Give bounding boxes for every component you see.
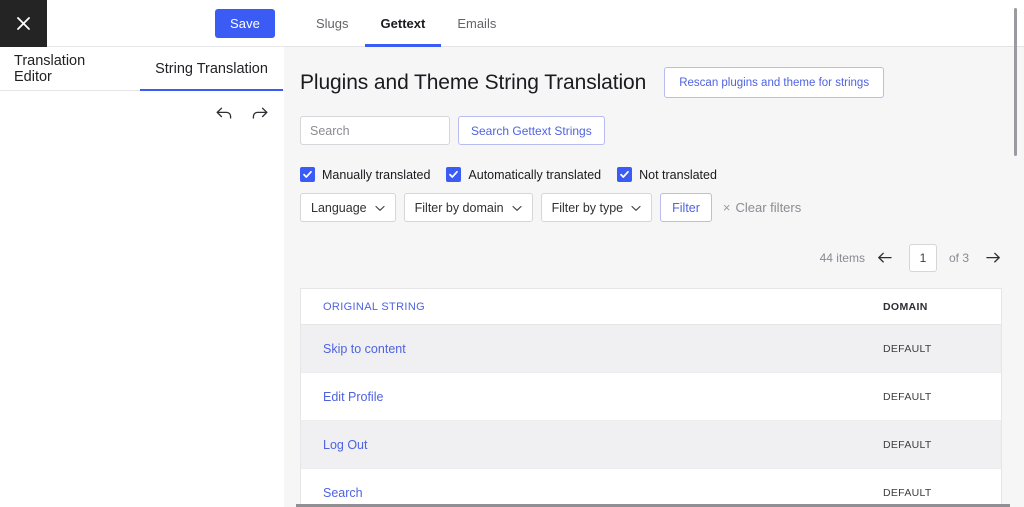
page-number-input[interactable] (908, 244, 937, 272)
cell-domain: DEFAULT (883, 438, 932, 451)
filter-by-domain-label: Filter by domain (414, 200, 504, 215)
page-title: Plugins and Theme String Translation (300, 70, 647, 94)
table-row[interactable]: Edit Profile DEFAULT (301, 373, 1001, 421)
column-header-domain: DOMAIN (883, 300, 928, 313)
language-select[interactable]: Language (300, 193, 396, 222)
search-row: Search Gettext Strings (300, 116, 1002, 145)
close-small-icon: × (722, 200, 731, 215)
left-tab-bar: Translation Editor String Translation (0, 47, 284, 92)
table-row[interactable]: Log Out DEFAULT (301, 421, 1001, 469)
checkmark-icon (300, 167, 315, 182)
column-header-original-string: ORIGINAL STRING (323, 300, 426, 313)
checkbox-not-translated[interactable]: Not translated (617, 167, 717, 182)
table-row[interactable]: Search DEFAULT (301, 469, 1001, 507)
checkmark-icon (446, 167, 462, 182)
rescan-strings-button[interactable]: Rescan plugins and theme for strings (664, 67, 885, 98)
tab-translation-editor[interactable]: Translation Editor (0, 47, 140, 91)
cell-original-string[interactable]: Search (323, 486, 883, 500)
search-gettext-strings-button[interactable]: Search Gettext Strings (458, 116, 605, 145)
close-icon[interactable] (0, 0, 47, 47)
checkbox-label: Automatically translated (468, 167, 602, 182)
items-count: 44 items (819, 251, 865, 265)
clear-filters-button[interactable]: × Clear filters (723, 200, 801, 215)
tab-string-translation[interactable]: String Translation (140, 47, 283, 92)
app-root: Save Translation Editor String Translati… (0, 0, 1024, 507)
translation-editor-canvas (0, 135, 284, 507)
left-history-toolbar (0, 91, 284, 135)
left-panel: Save Translation Editor String Translati… (0, 0, 284, 507)
filter-by-type-label: Filter by type (551, 200, 624, 215)
cell-domain: DEFAULT (883, 342, 932, 355)
tab-slugs[interactable]: Slugs (300, 0, 365, 46)
cell-original-string[interactable]: Log Out (323, 438, 883, 452)
page-total-label: of 3 (948, 251, 969, 265)
table-header-row: ORIGINAL STRING DOMAIN (301, 289, 1001, 325)
checkmark-icon (617, 167, 633, 182)
chevron-down-icon (375, 201, 385, 215)
cell-domain: DEFAULT (883, 390, 932, 403)
cell-original-string[interactable]: Skip to content (323, 342, 883, 356)
translation-status-filters: Manually translated Automatically transl… (300, 167, 1002, 182)
chevron-down-icon (631, 201, 641, 215)
checkbox-manually-translated[interactable]: Manually translated (300, 167, 430, 182)
redo-icon[interactable] (250, 103, 270, 123)
arrow-left-icon[interactable] (877, 251, 897, 265)
clear-filters-label: Clear filters (735, 200, 802, 215)
cell-original-string[interactable]: Edit Profile (323, 390, 883, 404)
chevron-down-icon (512, 201, 522, 215)
filter-by-type-select[interactable]: Filter by type (540, 193, 653, 222)
checkbox-automatically-translated[interactable]: Automatically translated (446, 167, 601, 182)
pagination: 44 items of 3 (300, 244, 1002, 272)
undo-icon[interactable] (214, 103, 234, 123)
arrow-right-icon[interactable] (981, 251, 1001, 265)
tab-emails[interactable]: Emails (441, 0, 512, 46)
filter-by-domain-select[interactable]: Filter by domain (403, 193, 533, 222)
vertical-scrollbar[interactable] (1014, 8, 1017, 156)
filter-row: Language Filter by domain Filter by type… (300, 193, 1002, 222)
search-input[interactable] (300, 116, 450, 145)
gettext-panel-body: Plugins and Theme String Translation Res… (284, 47, 1024, 507)
right-panel: Slugs Gettext Emails Plugins and Theme S… (284, 0, 1024, 507)
right-tab-bar: Slugs Gettext Emails (284, 0, 1024, 47)
checkbox-label: Not translated (639, 167, 717, 182)
title-row: Plugins and Theme String Translation Res… (300, 67, 1002, 98)
checkbox-label: Manually translated (322, 167, 431, 182)
language-select-label: Language (311, 200, 367, 215)
filter-button[interactable]: Filter (660, 193, 712, 222)
tab-gettext[interactable]: Gettext (364, 0, 442, 47)
table-row[interactable]: Skip to content DEFAULT (301, 325, 1001, 373)
left-topbar: Save (0, 0, 284, 47)
cell-domain: DEFAULT (883, 486, 932, 499)
save-button[interactable]: Save (215, 9, 275, 38)
gettext-strings-table: ORIGINAL STRING DOMAIN Skip to content D… (300, 288, 1002, 507)
